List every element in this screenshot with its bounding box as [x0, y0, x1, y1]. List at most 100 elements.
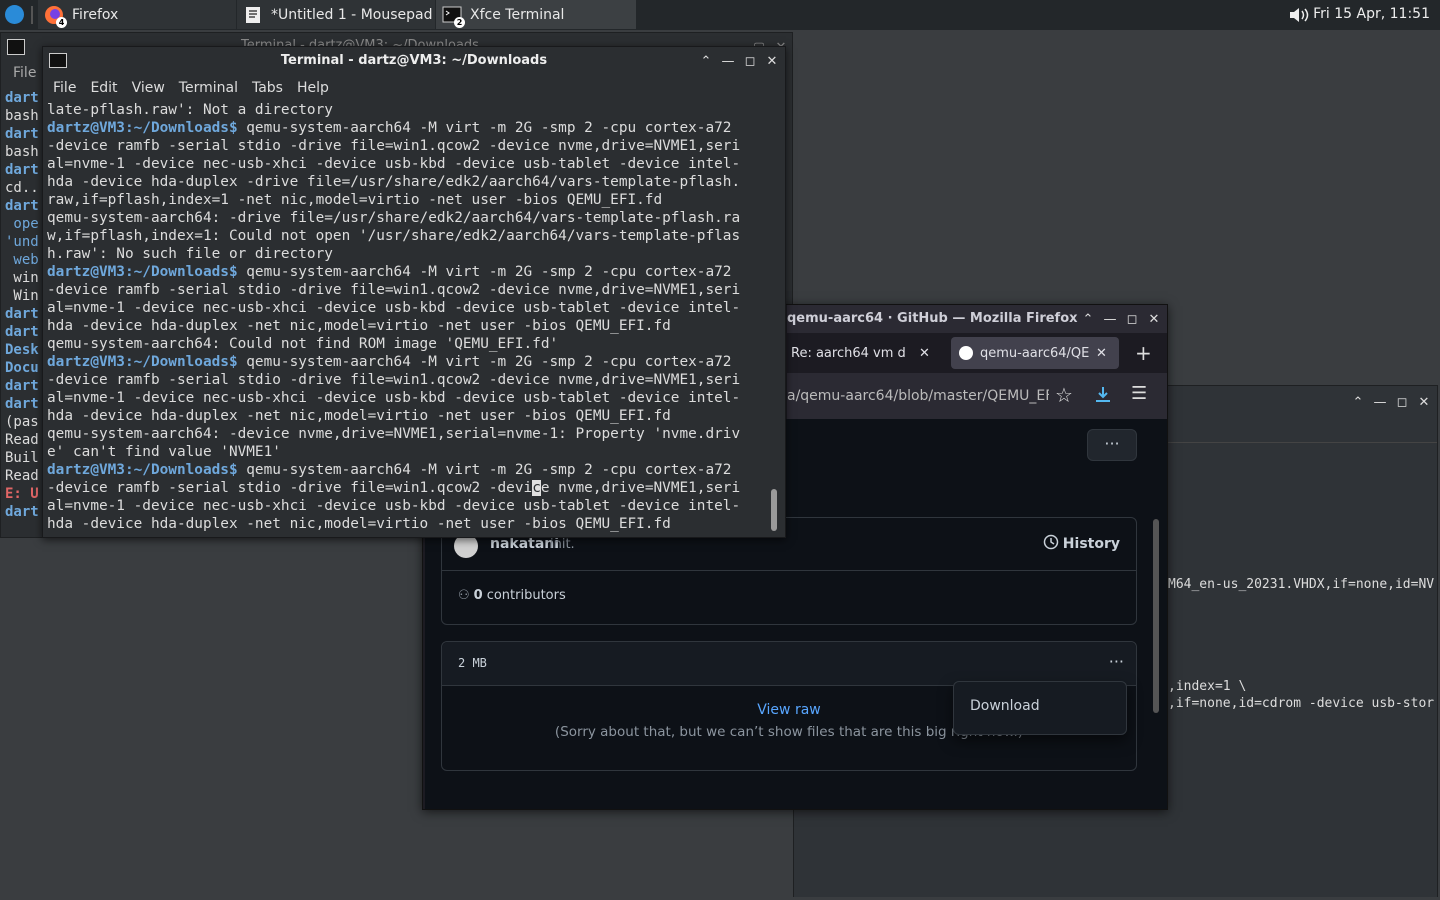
terminal-line: al=nvme-1 -device nec-usb-xhci -device u… [47, 389, 773, 407]
navigation-toolbar: a/qemu-aarc64/blob/master/QEMU_EF ☆ ☰ [787, 373, 1167, 419]
line-text: qemu-system-aarch64 -M virt -m 2G -smp 2… [237, 354, 732, 370]
terminal-line: late-pflash.raw': Not a directory [47, 101, 773, 119]
taskbar-firefox[interactable]: 4 Firefox [38, 0, 236, 29]
terminal-icon [7, 39, 25, 55]
file-header [442, 642, 1136, 686]
terminal-line: qemu-system-aarch64: Could not find ROM … [47, 335, 773, 353]
task-count-badge: 4 [56, 16, 67, 28]
terminal-screen[interactable]: late-pflash.raw': Not a directory dartz@V… [47, 101, 773, 535]
more-options-button[interactable]: ··· [1087, 429, 1137, 461]
panel-separator [31, 6, 33, 24]
line-text: e' can't find value 'NVME1' [47, 444, 281, 460]
terminal-window[interactable]: Terminal - dartz@VM3: ~/Downloads ⌃ — ◻ … [42, 46, 786, 538]
task-label: *Untitled 1 - Mousepad [271, 6, 433, 23]
minimize-button[interactable]: — [1103, 312, 1117, 327]
clock[interactable]: Fri 15 Apr, 11:51 [1313, 0, 1430, 29]
history-link[interactable]: History [1043, 534, 1120, 554]
window-title: qemu-aarc64 · GitHub — Mozilla Firefox [787, 311, 1078, 326]
contributors[interactable]: ⚇ 0 contributors [458, 588, 566, 603]
history-icon [1043, 534, 1059, 554]
url-bar[interactable]: a/qemu-aarc64/blob/master/QEMU_EF [787, 381, 1049, 411]
terminal-line: al=nvme-1 -device nec-usb-xhci -device u… [47, 497, 773, 515]
terminal-line: -device ramfb -serial stdio -drive file=… [47, 479, 773, 497]
tab-qemu-aarc64[interactable]: qemu-aarc64/QE ✕ [951, 337, 1119, 369]
line-text: hda -device hda-duplex -net nic,model=vi… [47, 408, 671, 424]
contributors-label: contributors [486, 588, 566, 603]
editor-text: M64_en-us_20231.VHDX,if=none,id=NV ,inde… [1168, 576, 1434, 712]
line-text: -device ramfb -serial stdio -drive file=… [47, 480, 533, 496]
commit-message[interactable]: init. [550, 537, 575, 552]
menu-view[interactable]: View [132, 77, 165, 99]
maximize-button[interactable]: ◻ [1395, 395, 1409, 410]
commit-author[interactable]: nakatani [490, 536, 559, 552]
editor-line: M64_en-us_20231.VHDX,if=none,id=NV [1168, 577, 1435, 592]
menu-terminal[interactable]: Terminal [179, 77, 238, 99]
people-icon: ⚇ [458, 588, 470, 603]
window-controls: ⌃ — ◻ ✕ [699, 47, 779, 75]
close-button[interactable]: ✕ [1147, 312, 1161, 327]
bookmark-star-icon[interactable]: ☆ [1055, 383, 1073, 407]
file-actions-menu: Download [953, 681, 1127, 735]
terminal-line: w,if=pflash,index=1: Could not open '/us… [47, 227, 773, 245]
maximize-button[interactable]: ◻ [743, 54, 757, 69]
terminal-line: hda -device hda-duplex -drive file=/usr/… [47, 173, 773, 191]
downloads-icon[interactable] [1094, 385, 1112, 407]
taskbar-mousepad[interactable]: *Untitled 1 - Mousepad [237, 0, 435, 29]
url-text: a/qemu-aarc64/blob/master/QEMU_EF [787, 388, 1049, 404]
download-menu-item[interactable]: Download [970, 698, 1040, 714]
task-count-badge: 2 [454, 16, 465, 28]
shell-prompt: dartz@VM3:~/Downloads$ [47, 264, 238, 280]
close-tab-icon[interactable]: ✕ [1096, 346, 1107, 361]
minimize-button[interactable]: — [1373, 395, 1387, 410]
minimize-button[interactable]: — [721, 54, 735, 69]
line-text: hda -device hda-duplex -net nic,model=vi… [47, 318, 671, 334]
new-tab-button[interactable]: + [1135, 341, 1152, 365]
page-scrollbar[interactable] [1153, 519, 1159, 713]
line-text: qemu-system-aarch64: Could not find ROM … [47, 336, 559, 352]
menu-tabs[interactable]: Tabs [252, 77, 283, 99]
line-text: -device ramfb -serial stdio -drive file=… [47, 372, 741, 388]
terminal-line: E: U [5, 486, 39, 502]
shade-button[interactable]: ⌃ [699, 54, 713, 69]
terminal-line: -device ramfb -serial stdio -drive file=… [47, 281, 773, 299]
terminal-line: ope [5, 216, 39, 232]
menu-file[interactable]: File [53, 77, 76, 99]
terminal-titlebar[interactable]: Terminal - dartz@VM3: ~/Downloads [43, 47, 785, 75]
line-text: al=nvme-1 -device nec-usb-xhci -device u… [47, 390, 741, 406]
close-button[interactable]: ✕ [765, 54, 779, 69]
line-text: qemu-system-aarch64: -drive file=/usr/sh… [47, 210, 741, 226]
tab-aarch64-vm[interactable]: Re: aarch64 vm d ✕ [791, 337, 941, 369]
menu-edit[interactable]: Edit [90, 77, 117, 99]
terminal-line: bash [5, 144, 39, 160]
terminal-line: web [5, 252, 39, 268]
close-tab-icon[interactable]: ✕ [919, 346, 930, 361]
terminal-line: qemu-system-aarch64: -drive file=/usr/sh… [47, 209, 773, 227]
line-text: hda -device hda-duplex -net nic,model=vi… [47, 516, 671, 532]
shell-prompt: dartz@VM3:~/Downloads$ [47, 120, 238, 136]
window-title: Terminal - dartz@VM3: ~/Downloads [280, 53, 548, 68]
terminal-line: dart [5, 306, 39, 322]
task-label: Firefox [72, 6, 119, 23]
menu-icon[interactable]: ☰ [1131, 383, 1147, 404]
menu-file[interactable]: File [13, 65, 36, 81]
shade-button[interactable]: ⌃ [1081, 312, 1095, 327]
shade-button[interactable]: ⌃ [1351, 395, 1365, 410]
file-actions-button[interactable]: ··· [1109, 652, 1124, 671]
firefox-icon: 4 [44, 5, 67, 28]
volume-icon[interactable] [1288, 6, 1310, 24]
terminal-line: dart [5, 198, 39, 214]
firefox-titlebar[interactable]: qemu-aarc64 · GitHub — Mozilla Firefox ⌃… [787, 305, 1167, 333]
maximize-button[interactable]: ◻ [1125, 312, 1139, 327]
terminal-line: al=nvme-1 -device nec-usb-xhci -device u… [47, 299, 773, 317]
terminal-line: dart [5, 324, 39, 340]
menu-help[interactable]: Help [297, 77, 329, 99]
terminal-line: Read [5, 432, 39, 448]
terminal-output: dart bash dart bash dart cd.. dart ope 'und web… [5, 89, 45, 521]
line-text: late-pflash.raw': Not a directory [47, 102, 333, 118]
terminal-line: hda -device hda-duplex -net nic,model=vi… [47, 407, 773, 425]
terminal-scrollbar[interactable] [771, 489, 777, 531]
taskbar-xfce-terminal[interactable]: 2 Xfce Terminal [436, 0, 636, 29]
app-menu-icon[interactable] [5, 5, 24, 24]
close-button[interactable]: ✕ [1417, 395, 1431, 410]
